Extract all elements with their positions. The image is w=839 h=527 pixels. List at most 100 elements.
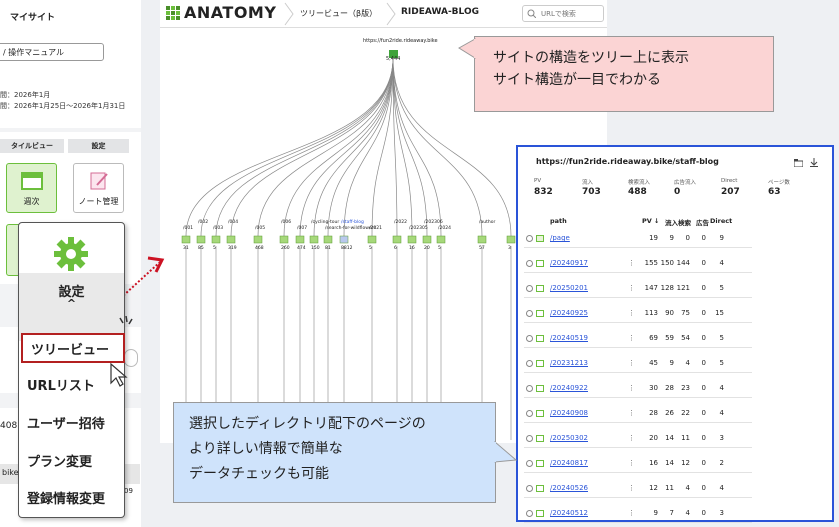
- table-row[interactable]: /20240519 ⋮ 69 59 54 0 5: [524, 329, 752, 348]
- expand-icon[interactable]: [526, 460, 533, 467]
- folder-icon[interactable]: [407, 235, 417, 244]
- row-path[interactable]: /20231213: [550, 359, 588, 367]
- column-header[interactable]: path: [550, 217, 567, 225]
- more-icon[interactable]: ⋮: [628, 284, 635, 292]
- settings-section[interactable]: 設定 ^: [19, 237, 124, 341]
- folder-icon[interactable]: [211, 235, 221, 244]
- table-row[interactable]: /page 19 9 0 0 9: [524, 229, 752, 248]
- expand-icon[interactable]: [526, 385, 533, 392]
- row-path[interactable]: /20240817: [550, 459, 588, 467]
- column-header[interactable]: 流入: [665, 217, 678, 227]
- manual-link[interactable]: / 操作マニュアル: [0, 43, 104, 61]
- folder-icon[interactable]: [279, 235, 289, 244]
- stat-label: 広告流入: [674, 180, 697, 186]
- table-row[interactable]: /20240526 ⋮ 12 11 4 0 4: [524, 479, 752, 498]
- more-icon[interactable]: ⋮: [628, 434, 635, 442]
- search-icon: [527, 9, 536, 18]
- folder-icon[interactable]: [422, 235, 432, 244]
- folder-icon[interactable]: [226, 235, 236, 244]
- breadcrumb[interactable]: ツリービュー（β版）: [300, 8, 377, 19]
- folder-icon[interactable]: [309, 235, 319, 244]
- folder-icon[interactable]: [794, 159, 803, 167]
- row-path[interactable]: /20250302: [550, 434, 588, 442]
- expand-icon[interactable]: [526, 510, 533, 517]
- expand-icon[interactable]: [526, 335, 533, 342]
- more-icon[interactable]: ⋮: [628, 509, 635, 517]
- callout-detail-line1: 選択したディレクトリ配下のページの: [189, 416, 426, 432]
- row-path[interactable]: /20240526: [550, 484, 588, 492]
- column-header[interactable]: 検索: [678, 217, 691, 227]
- expand-icon[interactable]: [526, 485, 533, 492]
- expand-icon[interactable]: [526, 235, 533, 242]
- row-search: 75: [681, 309, 690, 317]
- folder-icon[interactable]: [477, 235, 487, 244]
- folder-icon[interactable]: [253, 235, 263, 244]
- more-icon[interactable]: ⋮: [628, 409, 635, 417]
- menu-item-account-info[interactable]: 登録情報変更: [27, 488, 105, 507]
- more-icon[interactable]: ⋮: [628, 334, 635, 342]
- table-row[interactable]: /20240817 ⋮ 16 14 12 0 2: [524, 454, 752, 473]
- brand-title: ANATOMY: [184, 3, 277, 22]
- menu-item-tree-view[interactable]: ツリービュー: [21, 333, 125, 363]
- folder-icon[interactable]: [339, 235, 349, 244]
- table-row[interactable]: /20250201 ⋮ 147 128 121 0 5: [524, 279, 752, 298]
- more-icon[interactable]: ⋮: [628, 309, 635, 317]
- menu-item-plan-change[interactable]: プラン変更: [27, 451, 92, 470]
- expand-icon[interactable]: [526, 435, 533, 442]
- row-ad: 0: [701, 459, 706, 467]
- notes-tile[interactable]: ノート管理: [73, 163, 124, 213]
- row-path[interactable]: /20240922: [550, 384, 588, 392]
- row-path[interactable]: /20250201: [550, 284, 588, 292]
- row-path[interactable]: /20240908: [550, 409, 588, 417]
- download-icon[interactable]: [810, 158, 818, 167]
- row-path[interactable]: /20240519: [550, 334, 588, 342]
- table-row[interactable]: /20240512 ⋮ 9 7 4 0 3: [524, 504, 752, 523]
- detail-url: https://fun2ride.rideaway.bike/staff-blo…: [536, 157, 719, 166]
- column-header[interactable]: 広告: [696, 217, 709, 227]
- folder-icon[interactable]: [392, 235, 402, 244]
- more-icon[interactable]: ⋮: [628, 259, 635, 267]
- table-row[interactable]: /20240922 ⋮ 30 28 23 0 4: [524, 379, 752, 398]
- row-path[interactable]: /page: [550, 234, 570, 242]
- row-direct: 9: [719, 234, 724, 242]
- table-row[interactable]: /20240925 ⋮ 113 90 75 0 15: [524, 304, 752, 323]
- expand-icon[interactable]: [526, 260, 533, 267]
- folder-icon[interactable]: [181, 235, 191, 244]
- more-icon[interactable]: ⋮: [628, 459, 635, 467]
- folder-icon[interactable]: [295, 235, 305, 244]
- row-path[interactable]: /20240512: [550, 509, 588, 517]
- more-icon[interactable]: ⋮: [628, 484, 635, 492]
- row-inflow: 7: [669, 509, 674, 517]
- folder-icon[interactable]: [196, 235, 206, 244]
- table-row[interactable]: /20231213 ⋮ 45 9 4 0 5: [524, 354, 752, 373]
- stat-label: PV: [534, 178, 542, 184]
- expand-icon[interactable]: [526, 285, 533, 292]
- row-pv: 16: [649, 459, 658, 467]
- menu-item-invite-user[interactable]: ユーザー招待: [27, 413, 105, 432]
- menu-item-url-list[interactable]: URLリスト: [27, 375, 95, 394]
- tree-edge: [185, 57, 394, 237]
- row-direct: 4: [719, 384, 724, 392]
- folder-icon[interactable]: [367, 235, 377, 244]
- tree-node-count: 8812: [341, 246, 353, 251]
- more-icon[interactable]: ⋮: [628, 384, 635, 392]
- table-row[interactable]: /20250302 ⋮ 20 14 11 0 3: [524, 429, 752, 448]
- table-row[interactable]: /20240917 ⋮ 155 150 144 0 4: [524, 254, 752, 273]
- cursor-icon: [110, 363, 128, 387]
- folder-icon[interactable]: [506, 235, 516, 244]
- column-header[interactable]: PV ↓: [642, 217, 660, 225]
- folder-icon[interactable]: [436, 235, 446, 244]
- column-header[interactable]: Direct: [710, 217, 732, 225]
- tree-node-label: /2024: [438, 226, 451, 231]
- expand-icon[interactable]: [526, 410, 533, 417]
- tree-node-label: /004: [228, 220, 239, 225]
- page-icon: [536, 360, 544, 367]
- table-row[interactable]: /20240908 ⋮ 28 26 22 0 4: [524, 404, 752, 423]
- expand-icon[interactable]: [526, 310, 533, 317]
- folder-icon[interactable]: [323, 235, 333, 244]
- more-icon[interactable]: ⋮: [628, 359, 635, 367]
- expand-icon[interactable]: [526, 360, 533, 367]
- row-path[interactable]: /20240925: [550, 309, 588, 317]
- weekly-tile[interactable]: 週次: [6, 163, 57, 213]
- row-path[interactable]: /20240917: [550, 259, 588, 267]
